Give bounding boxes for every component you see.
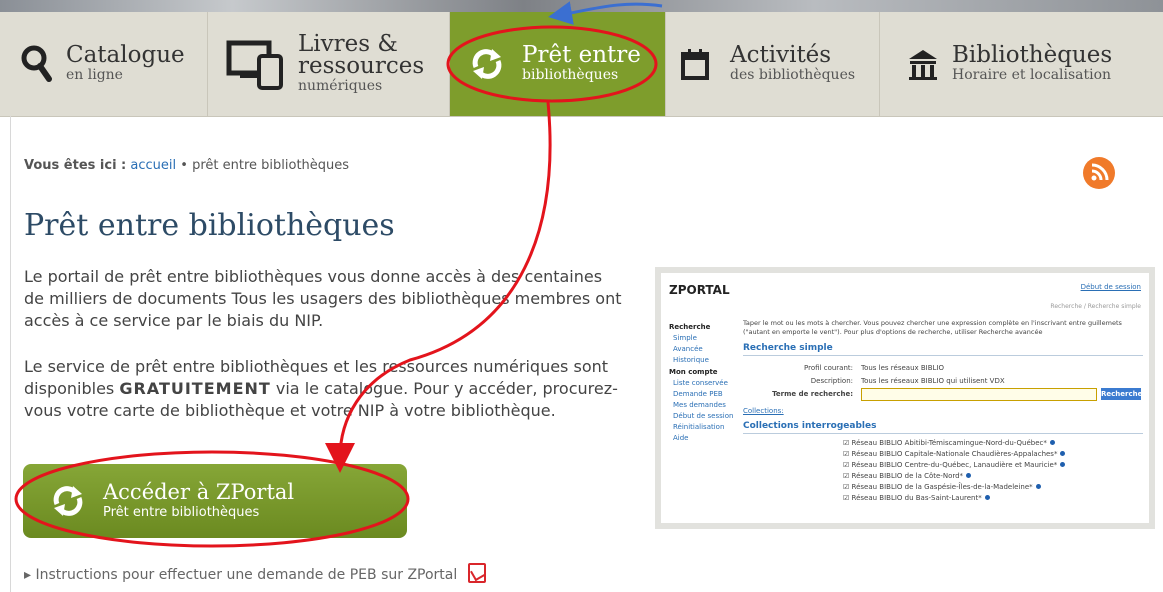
info-dot-icon (1035, 484, 1041, 489)
info-dot-icon (1060, 462, 1066, 467)
zportal-collection-name: Réseau BIBLIO Centre-du-Québec, Lanaudiè… (851, 461, 1058, 469)
breadcrumb-home-link[interactable]: accueil (130, 158, 176, 173)
zportal-sidebar: Recherche Simple Avancée Historique Mon … (669, 319, 739, 445)
zportal-collection-item: ☑ Réseau BIBLIO de la Côte-Nord* (843, 471, 1143, 482)
zportal-access-button[interactable]: Accéder à ZPortal Prêt entre bibliothèqu… (23, 464, 407, 538)
zportal-side-item: Simple (673, 334, 697, 342)
nav-bibliotheques[interactable]: Bibliothèques Horaire et localisation (880, 12, 1163, 116)
zportal-side-item: Avancée (673, 345, 703, 353)
nav-activites-title: Activités (730, 42, 832, 68)
breadcrumb-label: Vous êtes ici : (24, 158, 127, 173)
intro-p2-free: GRATUITEMENT (119, 379, 271, 398)
info-dot-icon (966, 473, 972, 478)
calendar-icon (681, 49, 709, 80)
info-dot-icon (984, 495, 990, 500)
zportal-help-text: Taper le mot ou les mots à chercher. Vou… (743, 319, 1122, 336)
zportal-search-row: Terme de recherche: Recherche (743, 388, 1143, 403)
library-building-icon (909, 50, 937, 80)
intro-paragraph-2: Le service de prêt entre bibliothèques e… (24, 356, 624, 422)
nav-bibliotheques-title: Bibliothèques (952, 42, 1113, 68)
zportal-main: Taper le mot ou les mots à chercher. Vou… (743, 319, 1143, 504)
intro-paragraph-1: Le portail de prêt entre bibliothèques v… (24, 267, 622, 330)
nav-pret-title: Prêt entre (522, 42, 641, 68)
zportal-side-heading: Recherche (669, 323, 711, 331)
zportal-collection-item: ☑ Réseau BIBLIO de la Gaspésie-Îles-de-l… (843, 482, 1143, 493)
nav-pret-entre-bibliotheques[interactable]: Prêt entre bibliothèques (450, 12, 666, 116)
pdf-icon (467, 563, 486, 583)
nav-livres-subtitle: numériques (298, 78, 383, 94)
nav-activites[interactable]: Activités des bibliothèques (666, 12, 880, 116)
zportal-side-item: Historique (673, 356, 709, 364)
content-left-border (10, 116, 11, 592)
zportal-button-subtitle: Prêt entre bibliothèques (103, 505, 260, 520)
zportal-collection-name: Réseau BIBLIO Abitibi-Témiscamingue-Nord… (851, 439, 1047, 447)
info-dot-icon (1060, 451, 1066, 456)
zportal-side-item: Liste conservée (673, 379, 728, 387)
zportal-profile-label: Profil courant: (804, 364, 853, 372)
nav-livres-title-1: Livres & (298, 31, 398, 57)
zportal-collections-link: Collections: (743, 407, 784, 415)
zportal-collection-item: ☑ Réseau BIBLIO Abitibi-Témiscamingue-No… (843, 438, 1143, 449)
magnifier-icon (21, 45, 52, 82)
zportal-collection-item: ☑ Réseau BIBLIO du Bas-Saint-Laurent* (843, 493, 1143, 504)
instructions-link[interactable]: ▸ Instructions pour effectuer une demand… (24, 563, 486, 583)
devices-icon (226, 40, 283, 90)
intro-p2-end: via le catalogue. Pour y accéder, procur… (24, 379, 618, 420)
zportal-collection-name: Réseau BIBLIO de la Côte-Nord* (851, 472, 964, 480)
zportal-collections-heading: Collections interrogeables (743, 421, 1143, 434)
zportal-simple-heading: Recherche simple (743, 343, 1143, 356)
zportal-side-item: Début de session (673, 412, 734, 420)
bullet-arrow-icon: ▸ (24, 567, 32, 583)
zportal-side-item: Mes demandes (673, 401, 726, 409)
zportal-search-input (861, 388, 1097, 401)
nav-bibliotheques-subtitle: Horaire et localisation (952, 67, 1112, 83)
zportal-collection-name: Réseau BIBLIO du Bas-Saint-Laurent* (851, 494, 982, 502)
zportal-logo: ZPORTAL (669, 283, 730, 297)
zportal-profile-row: Profil courant: Tous les réseaux BIBLIO (743, 364, 1143, 377)
zportal-button-title: Accéder à ZPortal (103, 480, 295, 504)
instructions-link-text: Instructions pour effectuer une demande … (35, 567, 458, 583)
zportal-description-label: Description: (810, 377, 853, 385)
nav-catalogue-subtitle: en ligne (66, 67, 123, 83)
zportal-screenshot: ZPORTAL Début de session Recherche / Rec… (655, 267, 1155, 529)
rss-glyph-icon (1091, 163, 1109, 181)
zportal-term-label: Terme de recherche: (772, 390, 853, 398)
breadcrumb-current: prêt entre bibliothèques (192, 158, 350, 173)
zportal-crumb: Recherche / Recherche simple (1050, 303, 1141, 310)
zportal-collection-name: Réseau BIBLIO Capitale-Nationale Chaudiè… (851, 450, 1058, 458)
zportal-side-heading: Mon compte (669, 368, 718, 376)
zportal-side-item: Demande PEB (673, 390, 723, 398)
main-navigation: Catalogue en ligne Livres & ressources n… (0, 12, 1163, 117)
page-title: Prêt entre bibliothèques (24, 208, 395, 243)
zportal-session-link: Début de session (1080, 283, 1141, 291)
breadcrumb: Vous êtes ici : accueil • prêt entre bib… (24, 158, 349, 173)
exchange-arrows-icon (472, 49, 502, 79)
nav-activites-subtitle: des bibliothèques (730, 67, 856, 83)
zportal-description-value: Tous les réseaux BIBLIO qui utilisent VD… (861, 377, 1005, 385)
nav-pret-subtitle: bibliothèques (522, 67, 619, 83)
zportal-collections-list: ☑ Réseau BIBLIO Abitibi-Témiscamingue-No… (743, 438, 1143, 504)
zportal-collection-name: Réseau BIBLIO de la Gaspésie-Îles-de-la-… (851, 483, 1033, 491)
exchange-arrows-icon (53, 486, 83, 516)
zportal-profile-value: Tous les réseaux BIBLIO (861, 364, 945, 372)
breadcrumb-separator: • (180, 158, 188, 173)
nav-livres-ressources[interactable]: Livres & ressources numériques (208, 12, 450, 116)
zportal-collection-item: ☑ Réseau BIBLIO Capitale-Nationale Chaud… (843, 449, 1143, 460)
nav-livres-title-2: ressources (298, 53, 425, 79)
info-dot-icon (1049, 440, 1055, 445)
zportal-search-button: Recherche (1101, 388, 1143, 400)
header-banner-strip (0, 0, 1163, 12)
zportal-side-item: Aide (673, 434, 689, 442)
rss-feed-icon[interactable] (1083, 157, 1115, 189)
zportal-side-item: Réinitialisation (673, 423, 725, 431)
zportal-collection-item: ☑ Réseau BIBLIO Centre-du-Québec, Lanaud… (843, 460, 1143, 471)
nav-catalogue-title: Catalogue (66, 42, 185, 68)
nav-catalogue[interactable]: Catalogue en ligne (0, 12, 208, 116)
